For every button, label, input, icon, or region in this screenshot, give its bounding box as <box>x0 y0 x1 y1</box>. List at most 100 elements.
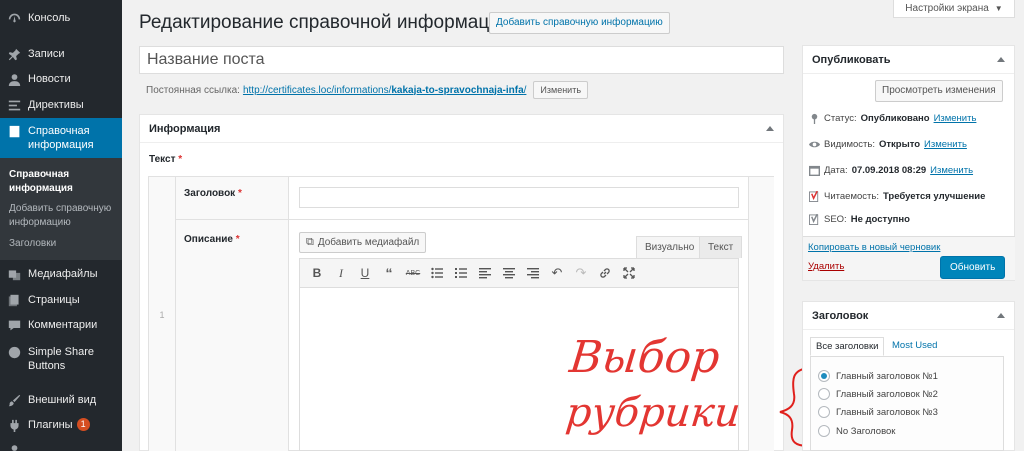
heading-option[interactable]: Главный заголовок №1 <box>818 370 938 382</box>
menu-item-posts[interactable]: Записи <box>0 47 122 61</box>
menu-label: Плагины <box>28 419 73 431</box>
submenu-item-add-reference[interactable]: Добавить справочную информацию <box>9 202 119 230</box>
heading-option[interactable]: Главный заголовок №3 <box>818 406 938 418</box>
menu-item-pages[interactable]: Страницы <box>0 293 122 307</box>
numbered-list-icon[interactable] <box>449 261 473 285</box>
menu-item-media[interactable]: Медиафайлы <box>0 267 122 281</box>
blockquote-icon[interactable]: “ <box>377 261 401 285</box>
collapse-arrow-icon[interactable] <box>997 57 1005 62</box>
delete-link[interactable]: Удалить <box>808 261 844 272</box>
pin-icon <box>7 47 21 61</box>
calendar-icon <box>808 164 820 176</box>
submenu-item-reference-info[interactable]: Справочная информация <box>9 168 119 196</box>
list-icon <box>7 98 21 112</box>
page-title: Редактирование справочной информации <box>139 12 511 33</box>
eye-icon <box>808 138 820 150</box>
document-icon <box>7 124 21 138</box>
pin-icon <box>808 112 820 124</box>
redo-icon[interactable]: ↷ <box>569 261 593 285</box>
preview-changes-button[interactable]: Просмотреть изменения <box>875 80 1003 102</box>
tab-most-used[interactable]: Most Used <box>887 337 942 356</box>
date-value: 07.09.2018 08:29 <box>851 164 927 176</box>
permalink-base: http://certificates.loc/informations/ <box>242 84 392 96</box>
heading-option-label: No Заголовок <box>836 425 896 437</box>
align-right-icon[interactable] <box>521 261 545 285</box>
edit-date-link[interactable]: Изменить <box>930 165 973 176</box>
menu-label: Директивы <box>28 99 84 111</box>
media-icon: ⧉ <box>306 236 314 248</box>
collapse-arrow-icon[interactable] <box>997 313 1005 318</box>
admin-sidebar: Консоль Записи Новости Директивы Справоч… <box>0 0 122 451</box>
menu-item-plugins[interactable]: Плагины 1 <box>0 418 122 432</box>
bullet-list-icon[interactable] <box>425 261 449 285</box>
handwritten-annotation: Выбор рубрики <box>564 332 809 447</box>
date-label: Дата: <box>824 164 848 176</box>
menu-item-comments[interactable]: Комментарии <box>0 318 122 332</box>
undo-icon[interactable]: ↶ <box>545 261 569 285</box>
dashboard-icon <box>7 11 21 25</box>
menu-item-news[interactable]: Новости <box>0 72 122 86</box>
tab-text[interactable]: Текст <box>699 236 743 258</box>
radio-button[interactable] <box>818 370 830 382</box>
heading-input[interactable] <box>299 187 739 208</box>
visibility-label: Видимость: <box>824 138 875 150</box>
readability-value: Требуется улучшение <box>882 190 986 202</box>
permalink-link[interactable]: http://certificates.loc/informations/kak… <box>243 85 526 96</box>
info-metabox-header[interactable]: Информация <box>140 115 783 143</box>
permalink-slug: kakaja-to-spravochnaja-infa <box>391 84 524 96</box>
add-media-button[interactable]: ⧉ Добавить медиафайл <box>299 232 427 253</box>
menu-item-users[interactable] <box>0 443 122 451</box>
add-reference-button[interactable]: Добавить справочную информацию <box>489 12 670 34</box>
screen-options-label: Настройки экрана <box>905 3 989 14</box>
collapse-arrow-icon[interactable] <box>766 126 774 131</box>
heading-metabox-header[interactable]: Заголовок <box>803 302 1014 330</box>
status-row: Статус: Опубликовано Изменить <box>808 112 976 124</box>
copy-to-draft-link[interactable]: Копировать в новый черновик <box>808 242 940 253</box>
menu-label: Новости <box>28 73 71 85</box>
heading-option-label: Главный заголовок №1 <box>836 370 938 382</box>
tab-all-headings[interactable]: Все заголовки <box>810 337 885 356</box>
radio-button[interactable] <box>818 388 830 400</box>
menu-item-dashboard[interactable]: Консоль <box>0 11 122 25</box>
yoast-icon <box>808 213 820 225</box>
date-row: Дата: 07.09.2018 08:29 Изменить <box>808 164 973 176</box>
radio-button[interactable] <box>818 406 830 418</box>
link-icon[interactable] <box>593 261 617 285</box>
edit-permalink-button[interactable]: Изменить <box>533 81 589 99</box>
status-value: Опубликовано <box>860 112 930 124</box>
strikethrough-icon[interactable]: ABC <box>401 261 425 285</box>
italic-icon[interactable]: I <box>329 261 353 285</box>
align-left-icon[interactable] <box>473 261 497 285</box>
menu-item-share-buttons[interactable]: Simple Share Buttons <box>0 345 122 373</box>
visibility-value: Открыто <box>879 138 921 150</box>
add-media-label: Добавить медиафайл <box>317 237 420 248</box>
post-title-input[interactable]: Название поста <box>139 46 784 74</box>
screen-options-button[interactable]: Настройки экрана ▼ <box>893 0 1015 18</box>
menu-label: Медиафайлы <box>28 268 98 280</box>
edit-status-link[interactable]: Изменить <box>934 113 977 124</box>
submenu-item-headings[interactable]: Заголовки <box>9 237 119 251</box>
publish-metabox-header[interactable]: Опубликовать <box>803 46 1014 74</box>
description-field-label: Описание * <box>184 234 240 245</box>
heading-option[interactable]: No Заголовок <box>818 425 895 437</box>
row-index[interactable]: 1 <box>149 177 176 451</box>
edit-visibility-link[interactable]: Изменить <box>924 139 967 150</box>
update-button[interactable]: Обновить <box>940 256 1006 279</box>
menu-item-directives[interactable]: Директивы <box>0 98 122 112</box>
heading-option[interactable]: Главный заголовок №2 <box>818 388 938 400</box>
pages-icon <box>7 293 21 307</box>
editor-toolbar: B I U “ ABC ↶ ↷ <box>299 258 739 288</box>
annotation-line2: рубрики <box>564 390 743 436</box>
underline-icon[interactable]: U <box>353 261 377 285</box>
menu-item-appearance[interactable]: Внешний вид <box>0 393 122 407</box>
fullscreen-icon[interactable] <box>617 261 641 285</box>
radio-button[interactable] <box>818 425 830 437</box>
tab-visual[interactable]: Визуально <box>636 236 704 258</box>
permalink-label: Постоянная ссылка: <box>146 84 240 96</box>
menu-item-reference-info[interactable]: Справочная информация <box>0 118 122 158</box>
align-center-icon[interactable] <box>497 261 521 285</box>
share-icon <box>7 345 21 359</box>
brush-icon <box>7 393 21 407</box>
permalink-tail: / <box>523 84 527 96</box>
bold-icon[interactable]: B <box>305 261 329 285</box>
